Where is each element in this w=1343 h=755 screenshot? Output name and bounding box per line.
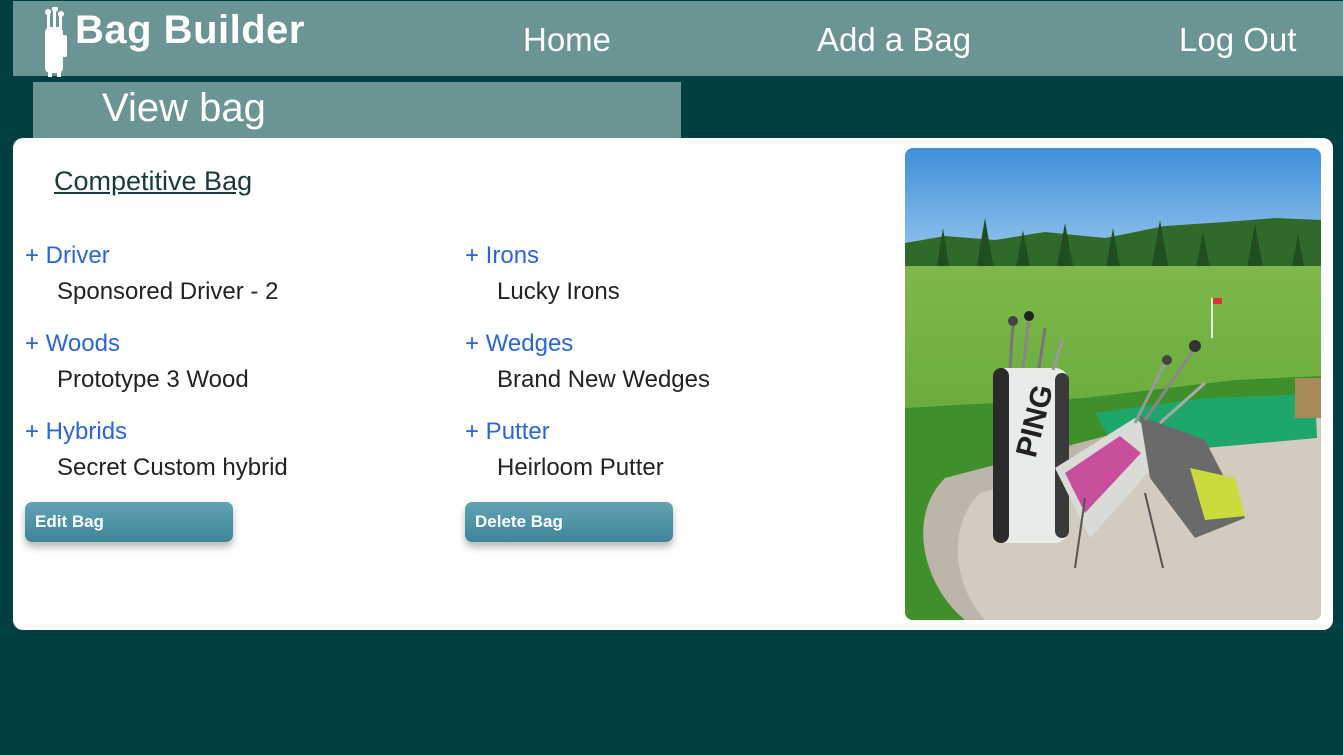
club-slot-irons: + Irons Lucky Irons [465, 241, 885, 307]
add-driver-link[interactable]: + Driver [25, 241, 445, 271]
top-navbar: Bag Builder Home Add a Bag Log Out [13, 1, 1343, 77]
add-putter-link[interactable]: + Putter [465, 417, 885, 447]
woods-name: Prototype 3 Wood [57, 366, 249, 393]
add-irons-link[interactable]: + Irons [465, 241, 885, 271]
club-slot-driver: + Driver Sponsored Driver - 2 [25, 241, 445, 307]
club-slot-woods: + Woods Prototype 3 Wood [25, 329, 445, 395]
edit-bag-button[interactable]: Edit Bag [25, 502, 233, 542]
driver-name: Sponsored Driver - 2 [57, 278, 279, 305]
brand-title[interactable]: Bag Builder [75, 8, 305, 53]
add-hybrids-link[interactable]: + Hybrids [25, 417, 445, 447]
page-title-banner: View bag [33, 82, 681, 138]
putter-name: Heirloom Putter [497, 454, 664, 481]
nav-add-bag-link[interactable]: Add a Bag [817, 21, 971, 59]
golf-bag-icon [45, 7, 67, 77]
nav-log-out-link[interactable]: Log Out [1179, 21, 1296, 59]
wedges-name: Brand New Wedges [497, 366, 710, 393]
page-title: View bag [102, 86, 266, 130]
bag-name-heading: Competitive Bag [54, 166, 253, 196]
add-woods-link[interactable]: + Woods [25, 329, 445, 359]
club-slot-wedges: + Wedges Brand New Wedges [465, 329, 885, 395]
bag-details-card: Competitive Bag + Driver Sponsored Drive… [13, 138, 1333, 630]
nav-home-link[interactable]: Home [523, 21, 611, 59]
add-wedges-link[interactable]: + Wedges [465, 329, 885, 359]
irons-name: Lucky Irons [497, 278, 620, 305]
club-slot-putter: + Putter Heirloom Putter [465, 417, 885, 483]
golf-bag-photo: PING [905, 148, 1321, 620]
club-slot-hybrids: + Hybrids Secret Custom hybrid [25, 417, 445, 483]
hybrids-name: Secret Custom hybrid [57, 454, 288, 481]
delete-bag-button[interactable]: Delete Bag [465, 502, 673, 542]
